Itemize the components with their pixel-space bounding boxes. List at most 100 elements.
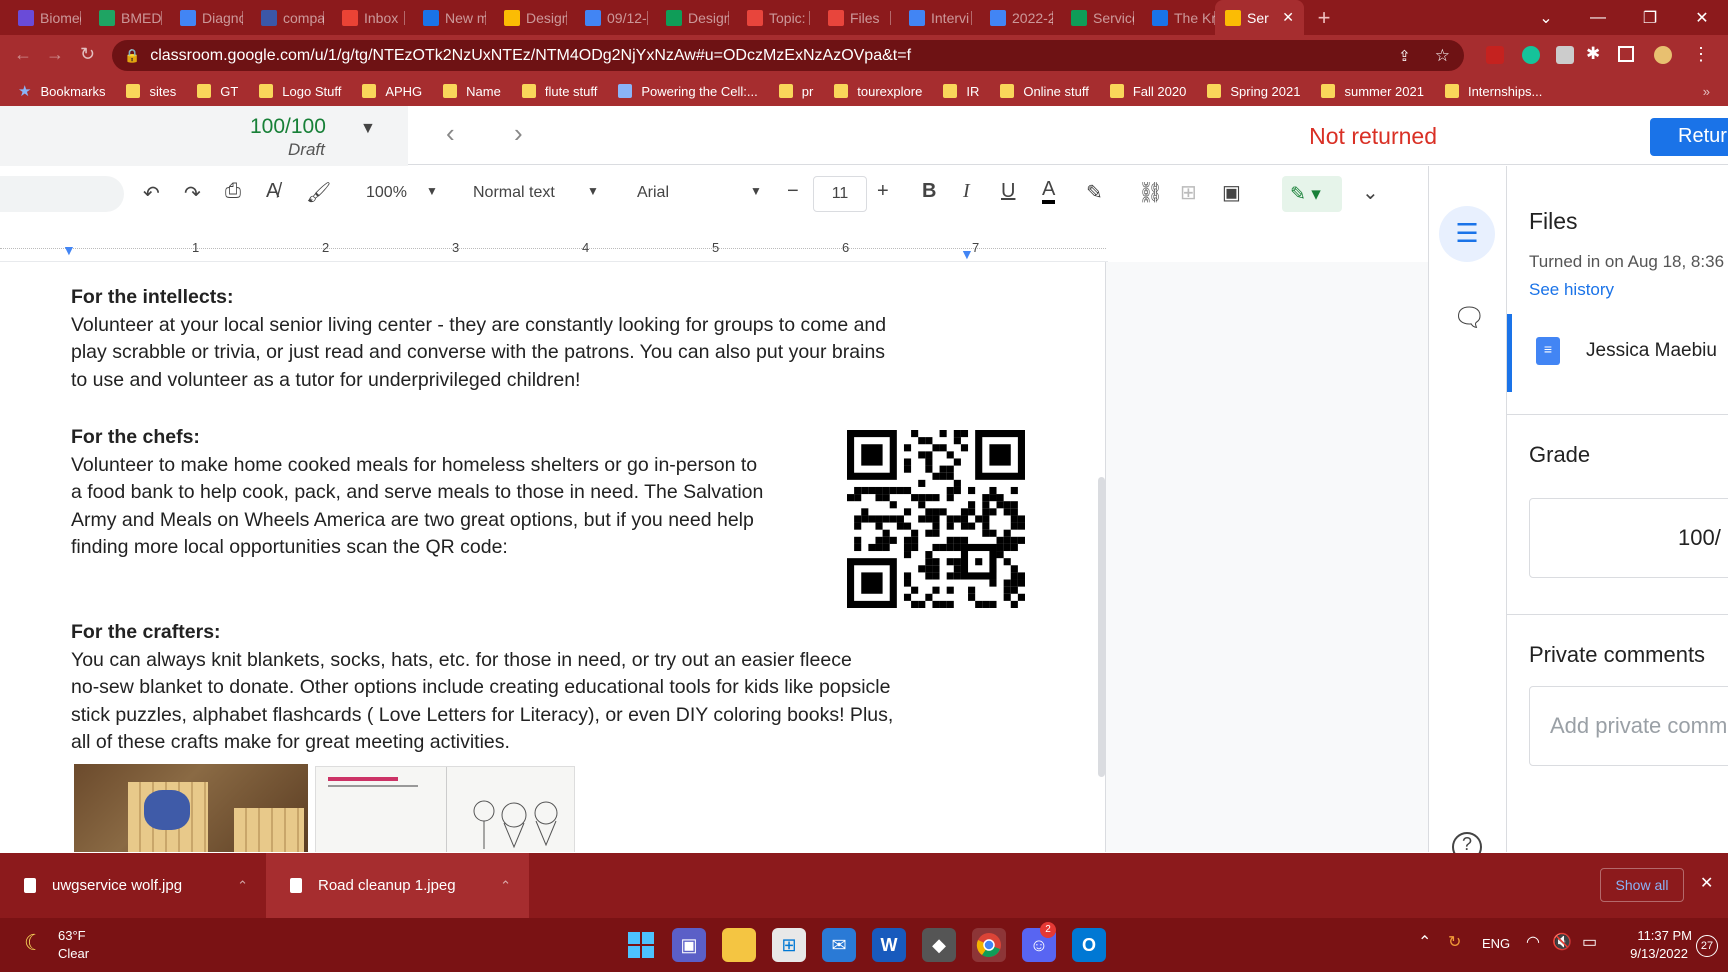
mail-icon[interactable]: ✉ xyxy=(822,928,856,962)
volume-muted-icon[interactable]: 🔇 xyxy=(1552,932,1572,952)
close-tab-icon[interactable]: ✕ xyxy=(1282,9,1294,26)
bookmark-item[interactable]: sites xyxy=(126,84,176,99)
extension-icon[interactable] xyxy=(1556,46,1574,64)
side-panel-icon[interactable] xyxy=(1618,46,1634,62)
bookmark-item[interactable]: pr xyxy=(778,84,813,99)
language-indicator[interactable]: ENG xyxy=(1482,936,1510,951)
insert-image-icon[interactable]: ▣ xyxy=(1222,180,1241,205)
chevron-up-icon[interactable]: ⌃ xyxy=(500,878,511,894)
tray-chevron-up-icon[interactable]: ⌃ xyxy=(1418,932,1431,952)
file-explorer-icon[interactable] xyxy=(722,928,756,962)
bookmarks-manager[interactable]: ★ Bookmarks xyxy=(18,82,105,100)
bookmark-item[interactable]: GT xyxy=(197,84,238,99)
bookmark-item[interactable]: tourexplore xyxy=(834,84,922,99)
insert-link-icon[interactable]: ⛓ xyxy=(1138,180,1163,205)
browser-tab[interactable]: Inbox xyxy=(324,0,405,35)
share-icon[interactable]: ⇪ xyxy=(1398,47,1411,65)
comment-bank-icon[interactable]: 🗨 xyxy=(1453,302,1486,333)
bookmark-item[interactable]: Online stuff xyxy=(1000,84,1089,99)
teams-chat-icon[interactable]: ▣ xyxy=(672,928,706,962)
browser-tab[interactable]: Files xyxy=(810,0,891,35)
font-select[interactable]: Arial xyxy=(637,184,669,202)
minimize-button[interactable]: — xyxy=(1572,0,1624,35)
browser-tab[interactable]: Biomed xyxy=(0,0,81,35)
menu-search-box[interactable] xyxy=(0,176,124,212)
microsoft-store-icon[interactable]: ⊞ xyxy=(772,928,806,962)
underline-icon[interactable]: U xyxy=(1001,180,1015,203)
weather-temp[interactable]: 63°F xyxy=(58,928,86,943)
browser-tab[interactable]: 09/12- xyxy=(567,0,648,35)
decrease-font-icon[interactable]: − xyxy=(787,180,799,203)
paint-format-icon[interactable]: 🖌 xyxy=(306,180,331,205)
doc-scrollbar-thumb[interactable] xyxy=(1098,477,1105,777)
browser-tab[interactable]: Diagno xyxy=(162,0,243,35)
zoom-caret-icon[interactable]: ▼ xyxy=(426,184,438,198)
browser-tab[interactable]: New m xyxy=(405,0,486,35)
add-comment-icon[interactable]: ⊞ xyxy=(1180,180,1197,205)
suggesting-mode-button[interactable]: ✎ ▾ xyxy=(1282,176,1342,212)
outlook-icon[interactable]: O xyxy=(1072,928,1106,962)
close-download-bar-icon[interactable]: ✕ xyxy=(1700,873,1713,893)
app-icon[interactable]: ◆ xyxy=(922,928,956,962)
more-bookmarks-icon[interactable]: » xyxy=(1703,84,1710,99)
zoom-select[interactable]: 100% xyxy=(366,184,407,202)
back-arrow-icon[interactable]: ← xyxy=(14,44,32,65)
chrome-menu-icon[interactable]: ⋮ xyxy=(1692,44,1710,65)
chrome-icon[interactable] xyxy=(972,928,1006,962)
new-tab-button[interactable]: + xyxy=(1304,0,1344,35)
start-windows-icon[interactable] xyxy=(624,928,658,962)
font-size-input[interactable]: 11 xyxy=(813,176,867,212)
tab-search-chevron-icon[interactable]: ⌄ xyxy=(1520,0,1572,35)
file-item[interactable]: ≡ Jessica Maebiu xyxy=(1507,314,1728,392)
dropdown-caret-icon[interactable]: ▼ xyxy=(360,120,376,138)
left-indent-marker-icon[interactable]: ▼ xyxy=(62,242,76,258)
reload-icon[interactable]: ↻ xyxy=(80,44,95,65)
browser-tab[interactable]: Design xyxy=(486,0,567,35)
active-tab[interactable]: Ser ✕ xyxy=(1215,0,1304,35)
bookmark-item[interactable]: Fall 2020 xyxy=(1109,84,1186,99)
browser-tab[interactable]: Intervi xyxy=(891,0,972,35)
show-all-button[interactable]: Show all xyxy=(1600,868,1684,902)
browser-tab[interactable]: Design xyxy=(648,0,729,35)
profile-avatar[interactable] xyxy=(1654,46,1672,64)
ublock-extension-icon[interactable] xyxy=(1486,46,1504,64)
redo-icon[interactable]: ↷ xyxy=(184,181,201,206)
forward-arrow-icon[interactable]: → xyxy=(46,44,64,65)
wifi-icon[interactable]: ◠ xyxy=(1526,932,1540,952)
url-bar[interactable]: 🔒 classroom.google.com/u/1/g/tg/NTEzOTk2… xyxy=(112,40,1464,71)
highlight-icon[interactable]: ✎ xyxy=(1086,180,1103,205)
rubric-checklist-icon[interactable]: ☰ xyxy=(1439,206,1495,262)
doc-scrollbar-track[interactable] xyxy=(1096,262,1105,852)
battery-icon[interactable]: ▭ xyxy=(1582,932,1597,952)
increase-font-icon[interactable]: + xyxy=(877,180,889,203)
weather-desc[interactable]: Clear xyxy=(58,946,89,961)
browser-tab[interactable]: BMED xyxy=(81,0,162,35)
browser-tab[interactable]: Service xyxy=(1053,0,1134,35)
return-button[interactable]: Retur xyxy=(1650,118,1728,156)
previous-student-icon[interactable]: ‹ xyxy=(446,118,455,149)
document-page[interactable]: For the intellects: Volunteer at your loc… xyxy=(0,262,1106,852)
collapse-toolbar-chevron-icon[interactable]: ⌄ xyxy=(1362,180,1379,205)
see-history-link[interactable]: See history xyxy=(1529,280,1614,300)
browser-tab[interactable]: Topic: xyxy=(729,0,810,35)
download-item-1[interactable]: Road cleanup 1.jpeg ⌃ xyxy=(266,853,529,918)
notification-count[interactable]: 27 xyxy=(1696,935,1718,957)
bookmark-item[interactable]: summer 2021 xyxy=(1321,84,1424,99)
private-comment-input[interactable]: Add private comm xyxy=(1529,686,1728,766)
bold-icon[interactable]: B xyxy=(922,180,936,203)
next-student-icon[interactable]: › xyxy=(514,118,523,149)
browser-tab[interactable]: compa xyxy=(243,0,324,35)
bookmark-item[interactable]: Spring 2021 xyxy=(1207,84,1300,99)
download-item-0[interactable]: uwgservice wolf.jpg ⌃ xyxy=(0,853,266,918)
undo-icon[interactable]: ↶ xyxy=(143,181,160,206)
bookmark-item[interactable]: Internships... xyxy=(1444,84,1542,99)
grammarly-extension-icon[interactable] xyxy=(1522,46,1540,64)
italic-icon[interactable]: I xyxy=(963,180,970,203)
chevron-up-icon[interactable]: ⌃ xyxy=(237,878,248,894)
bookmark-item[interactable]: flute stuff xyxy=(521,84,597,99)
style-select[interactable]: Normal text xyxy=(473,184,555,202)
bookmark-item[interactable]: Powering the Cell:... xyxy=(618,84,758,99)
print-icon[interactable]: ⎙ xyxy=(225,180,241,203)
sync-tray-icon[interactable]: ↻ xyxy=(1448,932,1461,952)
bookmark-item[interactable]: Name xyxy=(443,84,501,99)
